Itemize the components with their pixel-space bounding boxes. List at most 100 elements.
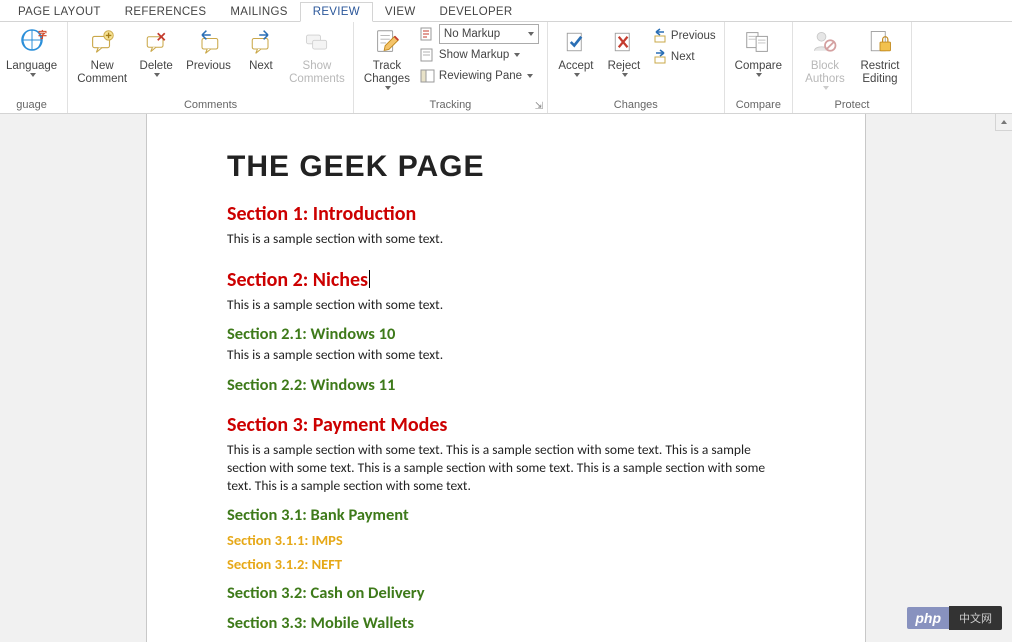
- heading-section-2-text: Section 2: Niches: [227, 268, 368, 292]
- previous-change-label: Previous: [671, 30, 716, 42]
- group-label-changes: Changes: [554, 99, 718, 112]
- accept-icon: [560, 26, 592, 58]
- ribbon-tabs: PAGE LAYOUT REFERENCES MAILINGS REVIEW V…: [0, 0, 1012, 22]
- group-label-language: guage: [2, 99, 61, 112]
- heading-section-2-1: Section 2.1: Windows 10: [227, 324, 775, 344]
- delete-comment-button[interactable]: Delete: [134, 24, 178, 77]
- body-text: This is a sample section with some text.: [227, 230, 775, 248]
- show-markup-icon: [420, 47, 436, 63]
- previous-label: Previous: [186, 60, 231, 73]
- new-comment-icon: [86, 26, 118, 58]
- reject-button[interactable]: Reject: [602, 24, 646, 77]
- dropdown-caret-icon: [528, 32, 534, 36]
- language-icon: 字: [16, 26, 48, 58]
- heading-section-3-1-1: Section 3.1.1: IMPS: [227, 531, 775, 549]
- tracking-options-stack: No Markup Show Markup Reviewing Pane: [418, 24, 541, 86]
- next-comment-button[interactable]: Next: [239, 24, 283, 73]
- heading-section-1: Section 1: Introduction: [227, 202, 775, 226]
- heading-section-3-1-2: Section 3.1.2: NEFT: [227, 555, 775, 573]
- heading-section-3-2: Section 3.2: Cash on Delivery: [227, 583, 775, 603]
- body-text: This is a sample section with some text.…: [227, 441, 775, 496]
- track-changes-icon: [371, 26, 403, 58]
- delete-label: Delete: [140, 60, 173, 73]
- group-label-comments: Comments: [74, 99, 347, 112]
- heading-section-2: Section 2: Niches: [227, 268, 775, 292]
- scrollbar-up-button[interactable]: [995, 114, 1012, 131]
- document-area: THE GEEK PAGE Section 1: Introduction Th…: [0, 114, 1012, 642]
- group-language: 字 Language guage: [0, 22, 68, 113]
- dropdown-caret-icon: [30, 73, 36, 77]
- previous-comment-icon: [193, 26, 225, 58]
- group-compare: Compare Compare: [725, 22, 793, 113]
- language-label: Language: [6, 60, 57, 73]
- heading-section-2-2: Section 2.2: Windows 11: [227, 375, 775, 395]
- text-cursor: [369, 270, 370, 288]
- restrict-editing-button[interactable]: Restrict Editing: [855, 24, 905, 86]
- group-changes: Accept Reject Previous: [548, 22, 725, 113]
- heading-section-3: Section 3: Payment Modes: [227, 413, 775, 437]
- group-label-compare: Compare: [731, 99, 786, 112]
- reviewing-pane-icon: [420, 68, 436, 84]
- tab-developer[interactable]: DEVELOPER: [428, 3, 525, 21]
- tab-page-layout[interactable]: PAGE LAYOUT: [6, 3, 113, 21]
- compare-button[interactable]: Compare: [731, 24, 786, 77]
- delete-comment-icon: [140, 26, 172, 58]
- next-label: Next: [249, 60, 273, 73]
- reviewing-pane-button[interactable]: Reviewing Pane: [418, 66, 541, 86]
- group-tracking: Track Changes No Markup: [354, 22, 548, 113]
- display-for-review-combo[interactable]: No Markup: [418, 24, 541, 44]
- heading-section-3-3: Section 3.3: Mobile Wallets: [227, 613, 775, 633]
- body-text: This is a sample section with some text.: [227, 346, 775, 364]
- dropdown-caret-icon: [574, 73, 580, 77]
- display-markup-icon: [420, 26, 436, 42]
- restrict-editing-label: Restrict Editing: [859, 60, 901, 86]
- restrict-editing-icon: [864, 26, 896, 58]
- show-markup-label: Show Markup: [439, 49, 509, 61]
- ribbon: 字 Language guage New Comment Delete: [0, 22, 1012, 114]
- dropdown-caret-icon: [756, 73, 762, 77]
- accept-label: Accept: [558, 60, 593, 73]
- tab-review[interactable]: REVIEW: [300, 2, 373, 22]
- block-authors-button[interactable]: Block Authors: [799, 24, 851, 90]
- dropdown-caret-icon: [527, 74, 533, 78]
- block-authors-label: Block Authors: [803, 60, 847, 86]
- language-button[interactable]: 字 Language: [2, 24, 61, 77]
- group-label-tracking: Tracking: [360, 99, 541, 112]
- document-page[interactable]: THE GEEK PAGE Section 1: Introduction Th…: [146, 114, 866, 642]
- body-text: This is a sample section with some text.: [227, 296, 775, 314]
- dropdown-caret-icon: [514, 53, 520, 57]
- previous-change-button[interactable]: Previous: [650, 26, 718, 46]
- compare-icon: [742, 26, 774, 58]
- reviewing-pane-label: Reviewing Pane: [439, 70, 522, 82]
- reject-label: Reject: [608, 60, 641, 73]
- track-changes-button[interactable]: Track Changes: [360, 24, 414, 90]
- show-comments-button[interactable]: Show Comments: [287, 24, 347, 86]
- tab-references[interactable]: REFERENCES: [113, 3, 219, 21]
- new-comment-label: New Comment: [77, 60, 127, 86]
- markup-combo-box[interactable]: No Markup: [439, 24, 539, 44]
- markup-combo-value: No Markup: [444, 28, 500, 40]
- svg-text:字: 字: [38, 29, 47, 40]
- group-comments: New Comment Delete Previous Next: [68, 22, 354, 113]
- document-title: THE GEEK PAGE: [227, 150, 775, 184]
- changes-nav-stack: Previous Next: [650, 26, 718, 67]
- tab-view[interactable]: VIEW: [373, 3, 428, 21]
- accept-button[interactable]: Accept: [554, 24, 598, 77]
- tab-mailings[interactable]: MAILINGS: [218, 3, 299, 21]
- group-protect: Block Authors Restrict Editing Protect: [793, 22, 912, 113]
- previous-comment-button[interactable]: Previous: [182, 24, 235, 73]
- dropdown-caret-icon: [823, 86, 829, 90]
- watermark-cn: 中文网: [949, 606, 1002, 630]
- tracking-dialog-launcher[interactable]: ⇲: [533, 100, 545, 112]
- watermark-php: php: [907, 607, 949, 629]
- new-comment-button[interactable]: New Comment: [74, 24, 130, 86]
- previous-change-icon: [652, 28, 668, 44]
- next-change-label: Next: [671, 51, 695, 63]
- next-change-icon: [652, 49, 668, 65]
- show-markup-button[interactable]: Show Markup: [418, 45, 541, 65]
- next-change-button[interactable]: Next: [650, 47, 718, 67]
- block-authors-icon: [809, 26, 841, 58]
- group-label-protect: Protect: [799, 99, 905, 112]
- dropdown-caret-icon: [385, 86, 391, 90]
- dropdown-caret-icon: [622, 73, 628, 77]
